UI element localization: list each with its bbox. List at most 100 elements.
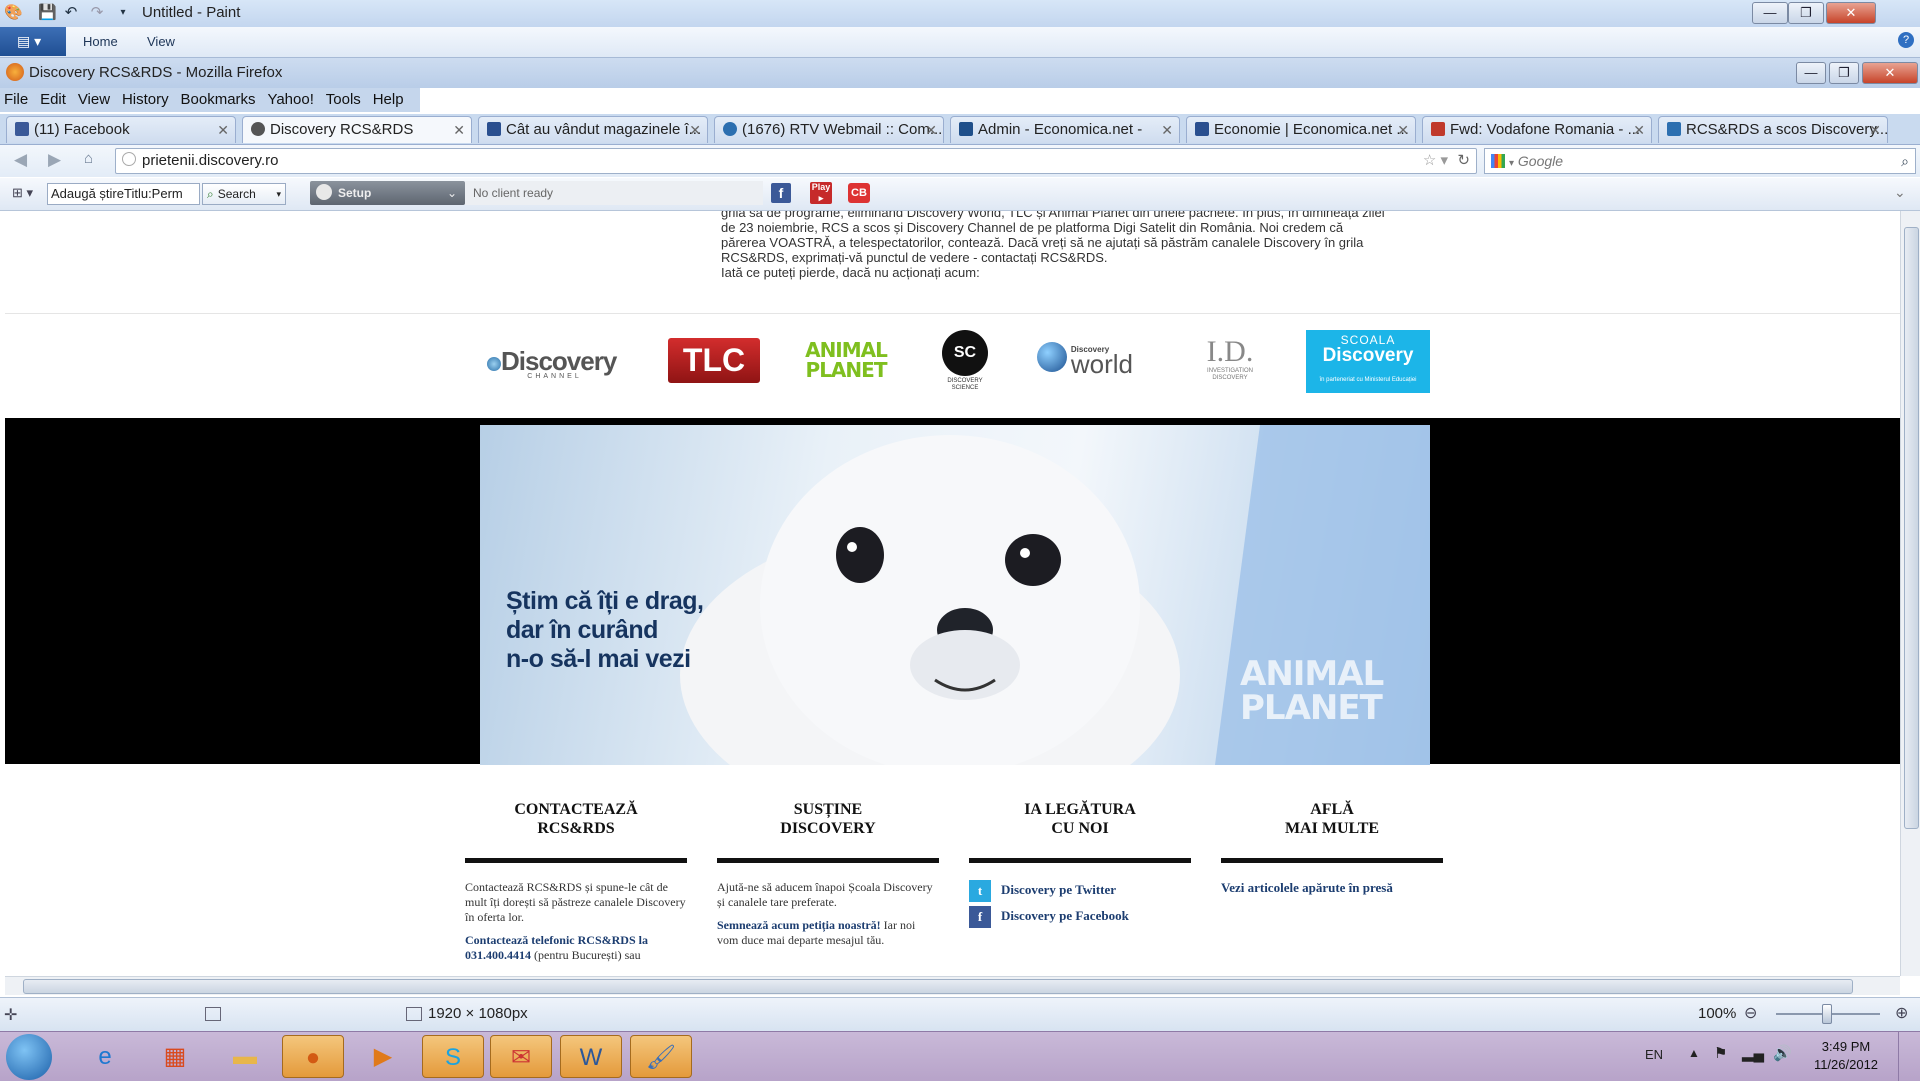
tab-rtv-webmail[interactable]: (1676) RTV Webmail :: Com... ✕ bbox=[714, 116, 944, 143]
facebook-notifier-icon[interactable]: f bbox=[771, 183, 791, 203]
tab-cat-au-vandut[interactable]: Cât au vândut magazinele î... ✕ bbox=[478, 116, 708, 143]
vertical-scroll-thumb[interactable] bbox=[1904, 227, 1919, 829]
petition-link[interactable]: Semnează acum petiția noastră! bbox=[717, 918, 881, 932]
scoala-discovery-logo[interactable]: SCOALA Discovery în parteneriat cu Minis… bbox=[1306, 330, 1430, 393]
action-center-flag-icon[interactable]: ⚑ bbox=[1714, 1044, 1727, 1062]
firefox-titlebar: Discovery RCS&RDS - Mozilla Firefox — ❐ … bbox=[0, 58, 1920, 88]
discovery-science-logo[interactable]: SC DISCOVERY SCIENCE bbox=[940, 330, 990, 398]
footer-text: Vezi articolele apărute în presă bbox=[1221, 880, 1443, 895]
site-identity-icon[interactable] bbox=[122, 152, 136, 166]
media-player-icon[interactable]: ▶ bbox=[352, 1035, 414, 1078]
redo-icon[interactable]: ↷ bbox=[88, 4, 106, 22]
facebook-link[interactable]: Discovery pe Facebook bbox=[1001, 908, 1129, 923]
home-icon[interactable]: ⌂ bbox=[84, 150, 93, 167]
horizontal-scrollbar[interactable] bbox=[5, 976, 1900, 995]
twitter-icon[interactable]: t bbox=[969, 880, 991, 902]
animal-planet-logo[interactable]: ANIMAL PLANET bbox=[801, 340, 891, 385]
volume-icon[interactable]: 🔊 bbox=[1773, 1044, 1792, 1062]
menu-history[interactable]: History bbox=[118, 88, 173, 111]
zoom-out-icon[interactable]: ⊖ bbox=[1744, 1003, 1757, 1023]
play-addon-icon[interactable]: Play ▸ bbox=[810, 182, 832, 204]
menu-help[interactable]: Help bbox=[369, 88, 408, 111]
close-tab-icon[interactable]: ✕ bbox=[1869, 117, 1881, 143]
press-articles-link[interactable]: Vezi articolele apărute în presă bbox=[1221, 880, 1393, 895]
discovery-channel-logo[interactable]: Discovery CHANNEL bbox=[487, 346, 622, 384]
paint-menu-button[interactable]: ▤ ▾ bbox=[0, 27, 66, 56]
skype-icon[interactable]: S bbox=[422, 1035, 484, 1078]
forward-icon[interactable]: ▶ bbox=[48, 150, 61, 170]
paint-taskbar-icon[interactable]: 🖌 bbox=[630, 1035, 692, 1078]
paint-maximize-button[interactable]: ❐ bbox=[1788, 2, 1824, 24]
close-tab-icon[interactable]: ✕ bbox=[689, 117, 701, 143]
menu-yahoo[interactable]: Yahoo! bbox=[263, 88, 317, 111]
tlc-logo[interactable]: TLC bbox=[668, 338, 760, 383]
tab-discovery[interactable]: Discovery RCS&RDS ✕ bbox=[242, 116, 472, 143]
contact-phone-tail: (pentru București) sau bbox=[531, 948, 641, 962]
messenger-icon[interactable]: ✉ bbox=[490, 1035, 552, 1078]
network-icon[interactable]: ▂▄ bbox=[1742, 1044, 1764, 1062]
twitter-link[interactable]: Discovery pe Twitter bbox=[1001, 882, 1116, 897]
toolbar-search-button[interactable]: ⌕ Search ▾ bbox=[202, 183, 286, 205]
menu-bookmarks[interactable]: Bookmarks bbox=[177, 88, 260, 111]
toolbar-overflow-icon[interactable]: ⌄ bbox=[1894, 184, 1906, 201]
vertical-scrollbar[interactable] bbox=[1900, 211, 1920, 976]
firefox-restore-button[interactable]: ❐ bbox=[1829, 62, 1859, 84]
explorer-folder-icon[interactable]: ▬ bbox=[214, 1035, 276, 1078]
search-icon[interactable]: ⌕ bbox=[1901, 149, 1909, 173]
tab-facebook[interactable]: (11) Facebook ✕ bbox=[6, 116, 236, 143]
close-tab-icon[interactable]: ✕ bbox=[1161, 117, 1173, 143]
ribbon-tab-view[interactable]: View bbox=[147, 34, 175, 49]
tab-economie[interactable]: Economie | Economica.net ... ✕ bbox=[1186, 116, 1416, 143]
internet-explorer-icon[interactable]: e bbox=[74, 1035, 136, 1078]
close-tab-icon[interactable]: ✕ bbox=[1397, 117, 1409, 143]
cb-addon-icon[interactable]: CB bbox=[848, 183, 870, 203]
zoom-in-icon[interactable]: ⊕ bbox=[1895, 1003, 1908, 1023]
paint-close-button[interactable]: ✕ bbox=[1826, 2, 1876, 24]
url-bar[interactable]: prietenii.discovery.ro ☆ ▾ ↻ bbox=[115, 148, 1477, 174]
tab-rcs-rds[interactable]: RCS&RDS a scos Discovery... ✕ bbox=[1658, 116, 1888, 143]
menu-file[interactable]: File bbox=[0, 88, 32, 111]
close-tab-icon[interactable]: ✕ bbox=[925, 117, 937, 143]
facebook-icon[interactable]: f bbox=[969, 906, 991, 928]
setup-button[interactable]: Setup ⌄ bbox=[310, 181, 465, 205]
discovery-world-logo[interactable]: Discovery world bbox=[1037, 342, 1147, 382]
show-hidden-icons-icon[interactable]: ▲ bbox=[1688, 1046, 1700, 1060]
undo-icon[interactable]: ↶ bbox=[62, 4, 80, 22]
tab-admin-economica[interactable]: Admin - Economica.net - ✕ bbox=[950, 116, 1180, 143]
investigation-discovery-logo[interactable]: I.D. INVESTIGATION DISCOVERY bbox=[1190, 336, 1270, 386]
url-text[interactable]: prietenii.discovery.ro bbox=[142, 152, 278, 169]
quick-access-dropdown-icon[interactable]: ▾ bbox=[114, 4, 132, 22]
close-tab-icon[interactable]: ✕ bbox=[453, 117, 465, 143]
tab-gmail-vodafone[interactable]: Fwd: Vodafone Romania - ... ✕ bbox=[1422, 116, 1652, 143]
paint-app-icon[interactable]: 🎨 bbox=[4, 4, 23, 22]
hero-banner[interactable]: Știm că îți e drag, dar în curând n-o să… bbox=[480, 425, 1430, 765]
engine-dropdown-icon[interactable]: ▾ bbox=[1509, 158, 1514, 169]
add-toolbar-icon[interactable]: ⊞ ▾ bbox=[12, 185, 33, 201]
google-engine-icon[interactable] bbox=[1491, 154, 1505, 168]
news-dropdown[interactable]: Adaugă știreTitlu:Perm bbox=[47, 183, 200, 205]
close-tab-icon[interactable]: ✕ bbox=[1633, 117, 1645, 143]
menu-tools[interactable]: Tools bbox=[322, 88, 365, 111]
back-icon[interactable]: ◀ bbox=[14, 150, 27, 170]
reload-icon[interactable]: ↻ bbox=[1457, 149, 1470, 173]
firefox-taskbar-icon[interactable]: ● bbox=[282, 1035, 344, 1078]
horizontal-scroll-thumb[interactable] bbox=[23, 979, 1853, 994]
paint-minimize-button[interactable]: — bbox=[1752, 2, 1788, 24]
firefox-close-button[interactable]: ✕ bbox=[1862, 62, 1918, 84]
zoom-slider-handle[interactable] bbox=[1822, 1004, 1832, 1024]
close-tab-icon[interactable]: ✕ bbox=[217, 117, 229, 143]
office-app-icon[interactable]: ▦ bbox=[144, 1035, 206, 1078]
clock[interactable]: 3:49 PM 11/26/2012 bbox=[1806, 1038, 1886, 1074]
show-desktop-button[interactable] bbox=[1898, 1032, 1920, 1081]
search-bar[interactable]: ▾ Google ⌕ bbox=[1484, 148, 1916, 174]
menu-edit[interactable]: Edit bbox=[36, 88, 70, 111]
firefox-minimize-button[interactable]: — bbox=[1796, 62, 1826, 84]
bookmark-star-icon[interactable]: ☆ ▾ bbox=[1423, 149, 1448, 173]
menu-view[interactable]: View bbox=[74, 88, 114, 111]
start-button[interactable] bbox=[6, 1034, 52, 1080]
ribbon-tab-home[interactable]: Home bbox=[83, 34, 118, 49]
word-icon[interactable]: W bbox=[560, 1035, 622, 1078]
help-icon[interactable]: ? bbox=[1898, 32, 1914, 48]
save-icon[interactable]: 💾 bbox=[38, 4, 57, 22]
language-indicator[interactable]: EN bbox=[1645, 1047, 1663, 1062]
